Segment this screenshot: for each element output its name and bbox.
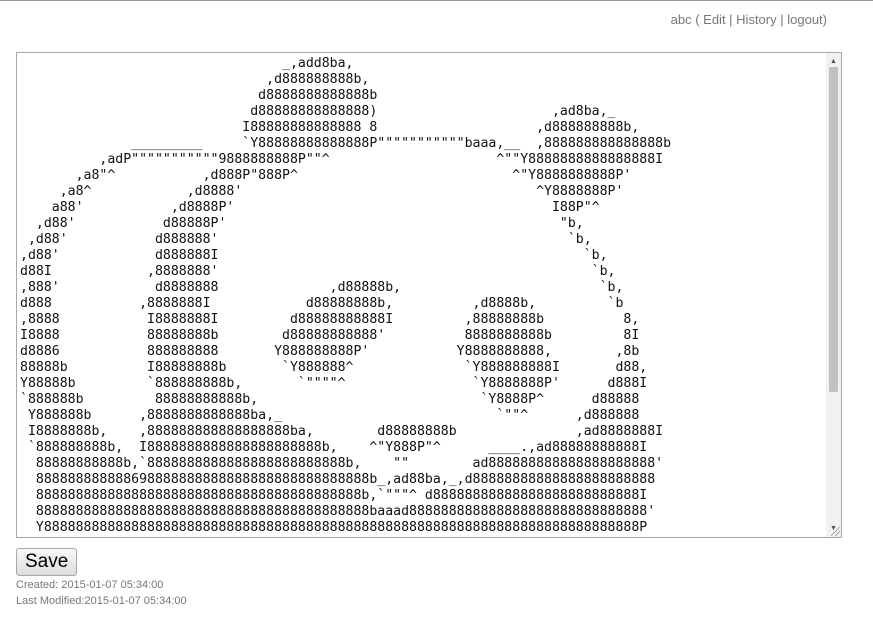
scrollbar-thumb[interactable]: [829, 67, 838, 392]
nav-separator: |: [725, 12, 737, 27]
modified-timestamp: Last Modified:2015-01-07 05:34:00: [16, 595, 187, 607]
top-divider: [0, 0, 873, 1]
user-nav: abc ( Edit | History | logout): [671, 12, 827, 27]
history-link[interactable]: History: [736, 12, 776, 27]
username: abc: [670, 12, 692, 27]
edit-link[interactable]: Edit: [703, 12, 725, 27]
nav-open-paren: (: [691, 12, 704, 27]
editor-scrollbar[interactable]: ▲ ▼: [826, 53, 841, 537]
save-button[interactable]: Save: [16, 548, 78, 576]
nav-close-paren: ): [822, 12, 827, 27]
content-editor[interactable]: [17, 53, 827, 537]
resize-grip-icon[interactable]: [831, 527, 840, 536]
nav-separator: |: [776, 12, 788, 27]
created-timestamp: Created: 2015-01-07 05:34:00: [16, 579, 164, 591]
logout-link[interactable]: logout: [787, 12, 822, 27]
editor-container: ▲ ▼: [16, 52, 842, 538]
